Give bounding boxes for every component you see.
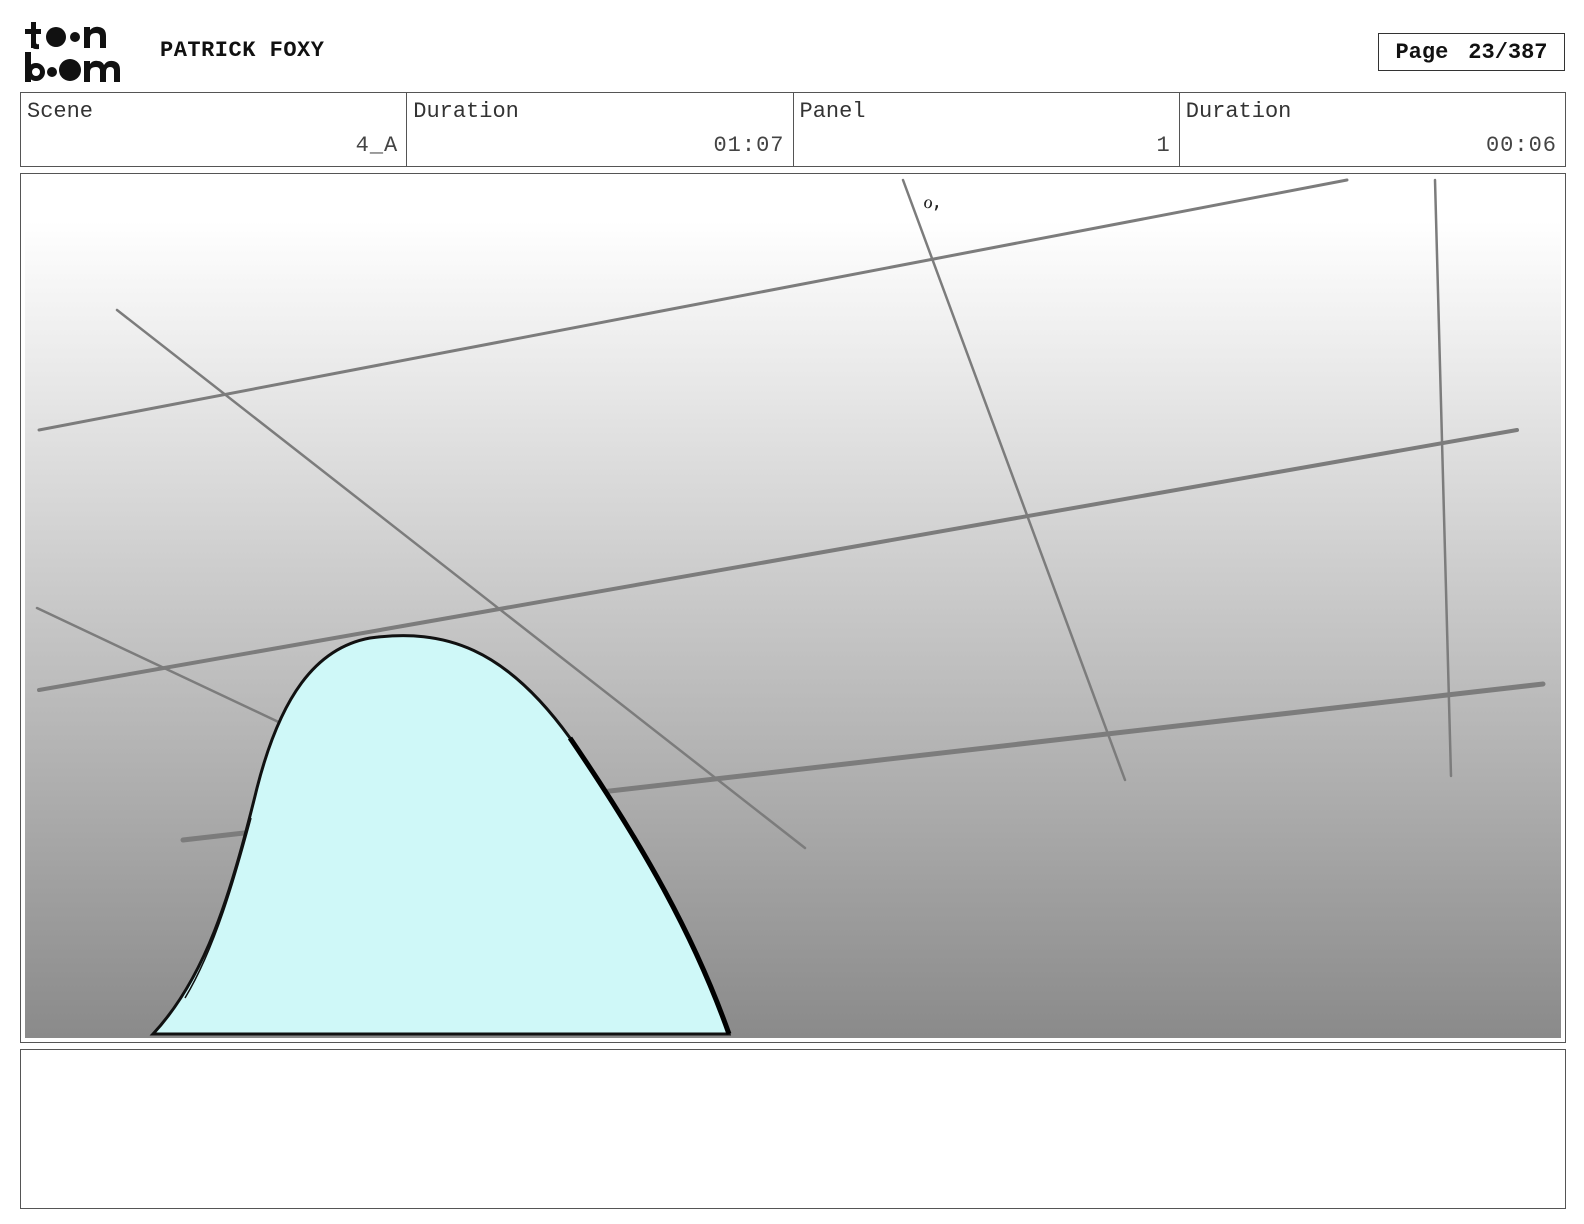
scene-duration-value: 01:07 [713, 133, 785, 158]
panel-duration-value: 00:06 [1485, 133, 1557, 158]
scene-cell: Scene 4_A [21, 93, 408, 166]
panel-cell: Panel 1 [794, 93, 1180, 166]
scene-label: Scene [27, 99, 94, 124]
page-number: 23/387 [1468, 39, 1548, 65]
panel-label: Panel [799, 99, 866, 124]
scene-duration-cell: Duration 01:07 [407, 93, 794, 166]
project-title: PATRICK FOXY [160, 38, 325, 63]
page-indicator: Page 23/387 [1378, 33, 1565, 71]
storyboard-panel-frame: ℴ, [20, 173, 1566, 1043]
scene-value: 4_A [355, 133, 399, 158]
panel-duration-cell: Duration 00:06 [1180, 93, 1565, 166]
scene-duration-label: Duration [413, 99, 519, 124]
panel-notes-box[interactable] [20, 1049, 1566, 1209]
sketch-scribble: ℴ, [923, 189, 940, 214]
panel-info-table: Scene 4_A Duration 01:07 Panel 1 Duratio… [20, 92, 1566, 167]
panel-duration-label: Duration [1185, 99, 1292, 124]
panel-value: 1 [1156, 133, 1171, 158]
storyboard-panel-drawing: ℴ, [25, 178, 1561, 1038]
toon-boom-logo [22, 20, 138, 84]
page-label: Page [1395, 39, 1449, 65]
